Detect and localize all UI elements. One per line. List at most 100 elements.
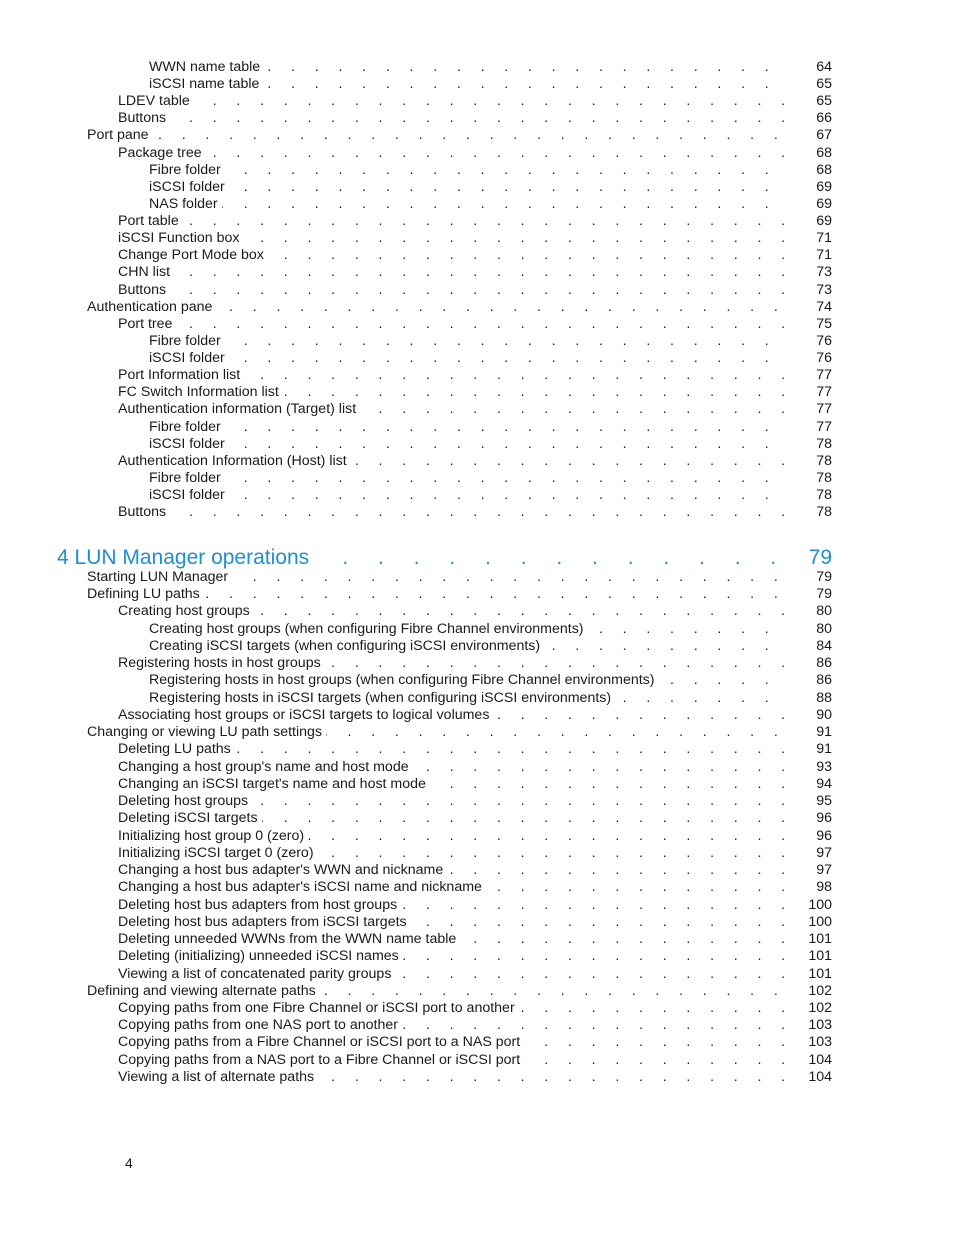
toc-entry[interactable]: Initializing host group 0 (zero) . . . .…	[118, 827, 832, 845]
toc-entry[interactable]: Registering hosts in iSCSI targets (when…	[149, 689, 832, 707]
toc-entry[interactable]: Deleting host bus adapters from iSCSI ta…	[118, 913, 832, 931]
toc-entry-page-number: 100	[808, 913, 832, 930]
toc-entry-page-number: 80	[816, 603, 832, 620]
toc-entry-page-number: 64	[816, 59, 832, 75]
toc-entry[interactable]: Buttons . . . . . . . . . . . . . . . . …	[118, 281, 832, 299]
toc-entry[interactable]: iSCSI Function box . . . . . . . . . . .…	[118, 230, 832, 247]
toc-entry[interactable]: Fibre folder . . . . . . . . . . . . . .…	[149, 161, 832, 179]
toc-entry[interactable]: Deleting unneeded WWNs from the WWN name…	[118, 931, 832, 948]
leader-dots: . . . . . . . . . . . . . . . . . . . . …	[149, 178, 786, 195]
toc-entry[interactable]: Buttons . . . . . . . . . . . . . . . . …	[118, 110, 832, 127]
toc-entry-page-number: 90	[816, 706, 832, 723]
toc-entry[interactable]: Fibre folder . . . . . . . . . . . . . .…	[149, 332, 832, 350]
toc-entry[interactable]: WWN name table . . . . . . . . . . . . .…	[149, 59, 832, 76]
toc-entry[interactable]: Starting LUN Manager . . . . . . . . . .…	[87, 569, 832, 586]
toc-entry-title: Copying paths from a Fibre Channel or iS…	[118, 1034, 525, 1051]
toc-entry[interactable]: iSCSI folder . . . . . . . . . . . . . .…	[149, 435, 832, 453]
toc-entry[interactable]: Deleting LU paths . . . . . . . . . . . …	[118, 741, 832, 758]
toc-entry[interactable]: Changing or viewing LU path settings . .…	[87, 724, 832, 741]
leader-dots: . . . . . . . . . . . . . . . . . . . . …	[118, 315, 786, 332]
toc-entry-page-number: 77	[816, 367, 832, 384]
toc-entry-page-number: 69	[816, 178, 832, 195]
toc-entry[interactable]: Deleting iSCSI targets . . . . . . . . .…	[118, 810, 832, 827]
toc-entry[interactable]: Viewing a list of concatenated parity gr…	[118, 965, 832, 983]
toc-entry[interactable]: Registering hosts in host groups . . . .…	[118, 655, 832, 672]
toc-entry[interactable]: Port table . . . . . . . . . . . . . . .…	[118, 213, 832, 230]
toc-entry-title: Deleting LU paths	[118, 741, 235, 758]
toc-entry[interactable]: Package tree . . . . . . . . . . . . . .…	[118, 144, 832, 162]
toc-entry[interactable]: Fibre folder . . . . . . . . . . . . . .…	[149, 418, 832, 436]
toc-entry-title: Buttons	[118, 504, 171, 521]
toc-entry-page-number: 96	[816, 810, 832, 827]
toc-entry-title: Fibre folder	[149, 161, 225, 178]
leader-dots: . . . . . . . . . . . . . . . . . . . . …	[118, 93, 786, 110]
toc-entry-page-number: 78	[816, 487, 832, 503]
toc-entry[interactable]: Changing a host bus adapter's iSCSI name…	[118, 879, 832, 896]
toc-entry[interactable]: Creating host groups . . . . . . . . . .…	[118, 603, 832, 620]
toc-entry-title: WWN name table	[149, 59, 265, 75]
toc-entry[interactable]: iSCSI folder . . . . . . . . . . . . . .…	[149, 350, 832, 367]
toc-entry[interactable]: Copying paths from one Fibre Channel or …	[118, 1000, 832, 1017]
toc-entry-page-number: 104	[808, 1051, 832, 1068]
toc-entry[interactable]: iSCSI folder . . . . . . . . . . . . . .…	[149, 178, 832, 196]
toc-entry[interactable]: Buttons . . . . . . . . . . . . . . . . …	[118, 504, 832, 521]
toc-entry[interactable]: Port pane . . . . . . . . . . . . . . . …	[87, 127, 832, 144]
toc-entry[interactable]: Initializing iSCSI target 0 (zero) . . .…	[118, 844, 832, 862]
toc-entry-title: Viewing a list of alternate paths	[118, 1068, 319, 1085]
toc-entry[interactable]: Port tree . . . . . . . . . . . . . . . …	[118, 315, 832, 333]
toc-entry-title: Buttons	[118, 281, 171, 298]
toc-entry-title: Fibre folder	[149, 469, 225, 486]
toc-entry[interactable]: Copying paths from a NAS port to a Fibre…	[118, 1051, 832, 1069]
leader-dots: . . . . . . . . . . . . . . . . . . . . …	[149, 161, 786, 178]
toc-entry[interactable]: Associating host groups or iSCSI targets…	[118, 706, 832, 724]
toc-entry[interactable]: Defining and viewing alternate paths . .…	[87, 982, 832, 1000]
toc-entry[interactable]: CHN list . . . . . . . . . . . . . . . .…	[118, 264, 832, 281]
toc-entry-page-number: 84	[816, 637, 832, 654]
toc-entry[interactable]: Viewing a list of alternate paths . . . …	[118, 1068, 832, 1086]
toc-entry-title: Package tree	[118, 144, 206, 161]
toc-entry[interactable]: Registering hosts in host groups (when c…	[149, 672, 832, 689]
toc-entry-page-number: 76	[816, 350, 832, 367]
toc-entry[interactable]: Fibre folder . . . . . . . . . . . . . .…	[149, 469, 832, 487]
toc-entry[interactable]: Creating iSCSI targets (when configuring…	[149, 637, 832, 655]
toc-entry[interactable]: Changing an iSCSI target's name and host…	[118, 775, 832, 793]
toc-entry-title: iSCSI folder	[149, 350, 229, 367]
toc-entry[interactable]: Changing a host bus adapter's WWN and ni…	[118, 862, 832, 879]
toc-entry[interactable]: Copying paths from a Fibre Channel or iS…	[118, 1034, 832, 1051]
toc-entry[interactable]: LDEV table . . . . . . . . . . . . . . .…	[118, 93, 832, 110]
leader-dots: . . . . . . . . . . . . . . . . . . . . …	[118, 504, 786, 521]
toc-entry[interactable]: Authentication pane . . . . . . . . . . …	[87, 298, 832, 316]
toc-entry-page-number: 104	[808, 1068, 832, 1085]
toc-entry-page-number: 101	[808, 948, 832, 965]
toc-entry[interactable]: Changing a host group's name and host mo…	[118, 758, 832, 776]
leader-dots: . . . . . . . . . . . . . . . . . . . . …	[118, 213, 786, 230]
toc-entry-title: Port table	[118, 213, 183, 230]
toc-entry-page-number: 93	[816, 758, 832, 775]
toc-entry[interactable]: Change Port Mode box . . . . . . . . . .…	[118, 247, 832, 264]
toc-entry-title: Initializing iSCSI target 0 (zero)	[118, 844, 318, 861]
toc-entry-page-number: 67	[816, 127, 832, 144]
toc-entry-title: Registering hosts in host groups (when c…	[149, 672, 659, 689]
toc-entry[interactable]: Authentication Information (Host) list .…	[118, 452, 832, 470]
leader-dots: . . . . . . . . . . . . . . . . . . . . …	[149, 469, 786, 486]
toc-entry-page-number: 94	[816, 775, 832, 792]
toc-entry-page-number: 103	[808, 1034, 832, 1051]
toc-entry[interactable]: Port Information list . . . . . . . . . …	[118, 367, 832, 384]
toc-entry[interactable]: Deleting host groups . . . . . . . . . .…	[118, 793, 832, 810]
toc-entry[interactable]: NAS folder . . . . . . . . . . . . . . .…	[149, 195, 832, 213]
toc-entry-page-number: 75	[816, 315, 832, 332]
toc-entry[interactable]: Deleting host bus adapters from host gro…	[118, 896, 832, 914]
toc-entry[interactable]: Defining LU paths . . . . . . . . . . . …	[87, 586, 832, 603]
toc-entry[interactable]: iSCSI folder . . . . . . . . . . . . . .…	[149, 487, 832, 504]
toc-entry-title: CHN list	[118, 264, 175, 281]
toc-entry[interactable]: Creating host groups (when configuring F…	[149, 620, 832, 638]
toc-entry-page-number: 73	[816, 264, 832, 281]
toc-entry[interactable]: Copying paths from one NAS port to anoth…	[118, 1017, 832, 1034]
toc-entry[interactable]: FC Switch Information list . . . . . . .…	[118, 384, 832, 401]
toc-entry-page-number: 78	[816, 435, 832, 452]
chapter-heading[interactable]: 4 LUN Manager operations . . . . . . . .…	[57, 545, 832, 571]
toc-entry[interactable]: Deleting (initializing) unneeded iSCSI n…	[118, 948, 832, 965]
toc-entry[interactable]: Authentication information (Target) list…	[118, 401, 832, 418]
toc-entry[interactable]: iSCSI name table . . . . . . . . . . . .…	[149, 76, 832, 93]
toc-entry-title: Starting LUN Manager	[87, 569, 233, 585]
